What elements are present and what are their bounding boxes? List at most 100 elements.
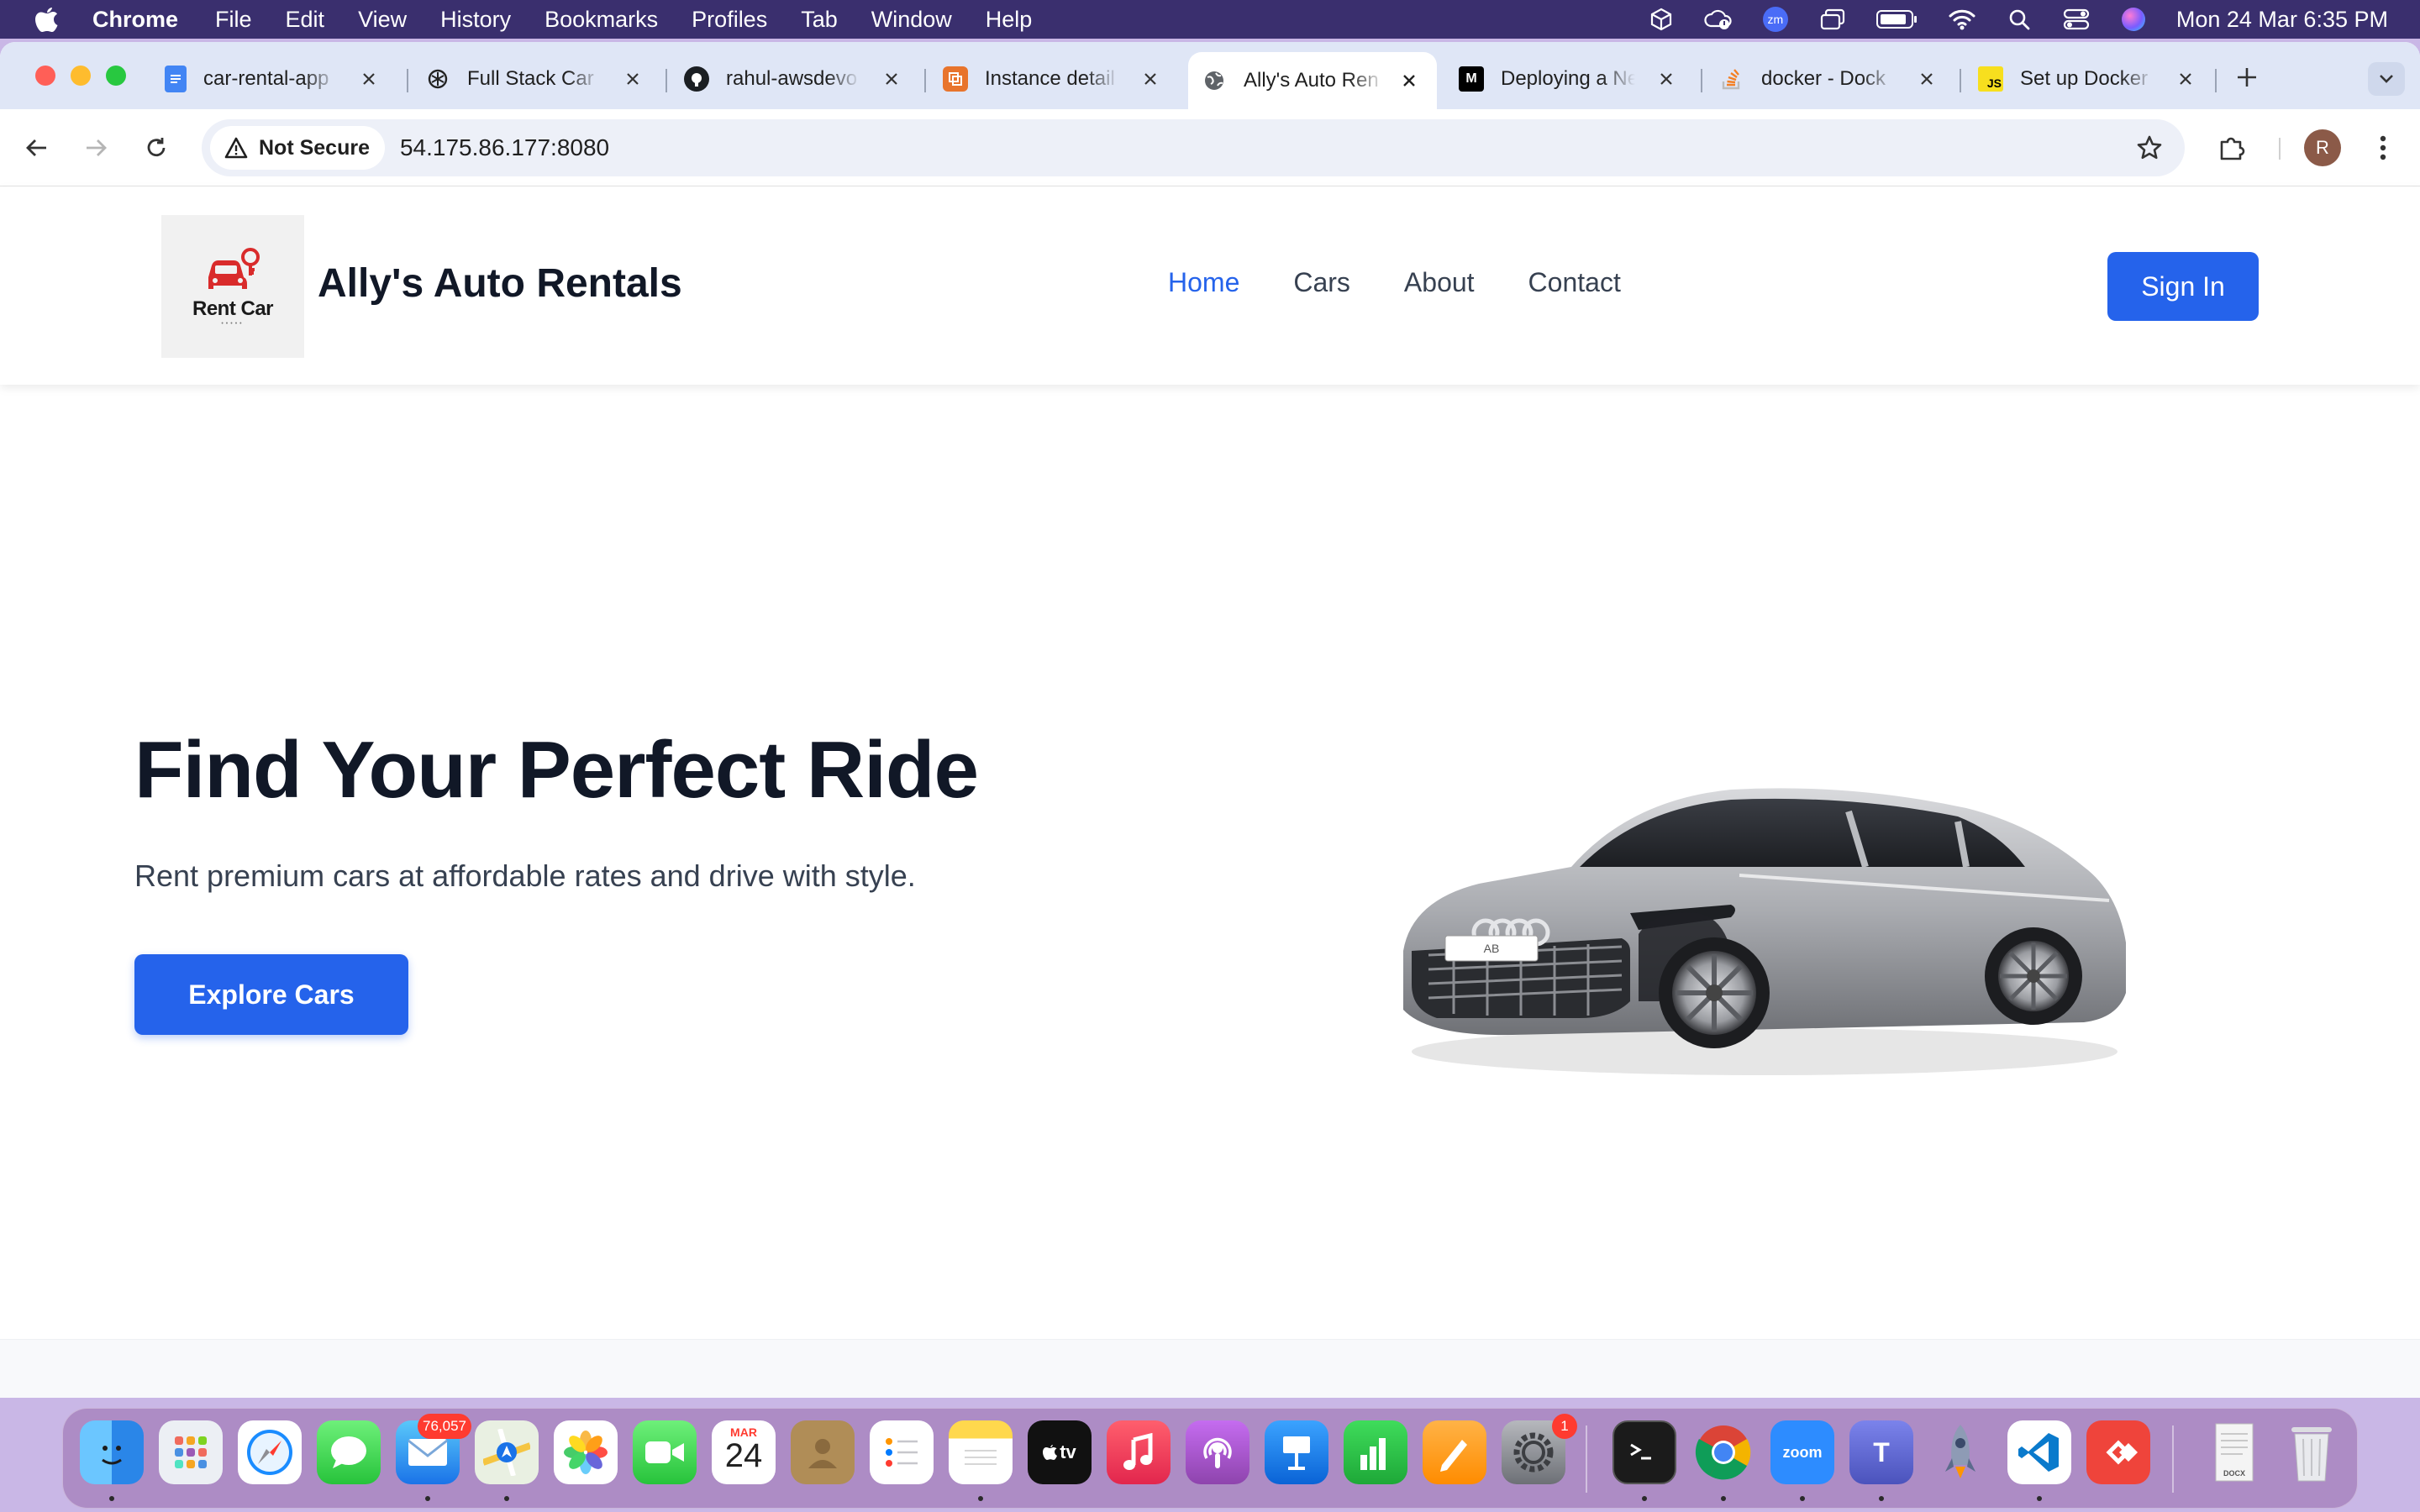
podcasts-icon[interactable] bbox=[1186, 1420, 1249, 1484]
minimize-window-button[interactable] bbox=[71, 66, 91, 86]
zoom-window-button[interactable] bbox=[106, 66, 126, 86]
apple-tv-icon[interactable]: tv bbox=[1028, 1420, 1092, 1484]
close-tab-icon[interactable] bbox=[620, 66, 645, 92]
mail-icon[interactable]: 76,057 bbox=[396, 1414, 471, 1484]
close-tab-icon[interactable] bbox=[1138, 66, 1163, 92]
forward-button[interactable] bbox=[77, 129, 114, 166]
close-window-button[interactable] bbox=[35, 66, 55, 86]
menu-window[interactable]: Window bbox=[871, 7, 952, 33]
menu-profiles[interactable]: Profiles bbox=[692, 7, 767, 33]
zoom-status-icon[interactable]: zm bbox=[1761, 7, 1790, 32]
close-tab-icon[interactable] bbox=[879, 66, 904, 92]
brand-name[interactable]: Ally's Auto Rentals bbox=[318, 260, 682, 307]
menu-bookmarks[interactable]: Bookmarks bbox=[544, 7, 658, 33]
nav-link-home[interactable]: Home bbox=[1168, 267, 1239, 298]
messages-icon[interactable] bbox=[317, 1420, 381, 1484]
maps-icon[interactable] bbox=[475, 1420, 539, 1484]
menu-view[interactable]: View bbox=[358, 7, 407, 33]
close-tab-icon[interactable] bbox=[1654, 66, 1679, 92]
security-chip[interactable]: Not Secure bbox=[210, 126, 385, 170]
tab-full-stack-car[interactable]: Full Stack Car bbox=[425, 52, 645, 106]
tab-set-up-docker[interactable]: JS Set up Docker bbox=[1978, 52, 2198, 106]
keynote-icon[interactable] bbox=[1265, 1420, 1328, 1484]
tab-docker-docker[interactable]: docker - Dock bbox=[1719, 52, 1939, 106]
wifi-icon[interactable] bbox=[1948, 7, 1976, 32]
tab-title: docker - Dock bbox=[1761, 67, 1886, 90]
menu-app-chrome[interactable]: Chrome bbox=[92, 7, 178, 33]
close-tab-icon[interactable] bbox=[2173, 66, 2198, 92]
safari-icon[interactable] bbox=[238, 1420, 302, 1484]
tab-rahul-awsdevops[interactable]: rahul-awsdevo bbox=[684, 52, 904, 106]
url-text[interactable]: 54.175.86.177:8080 bbox=[400, 134, 609, 161]
music-icon[interactable] bbox=[1107, 1420, 1171, 1484]
address-bar[interactable]: Not Secure 54.175.86.177:8080 bbox=[202, 119, 2185, 176]
window-overlap-icon[interactable] bbox=[1818, 7, 1847, 32]
calendar-icon[interactable]: MAR 24 bbox=[712, 1420, 776, 1484]
apple-tv-label: tv bbox=[1060, 1441, 1076, 1462]
menu-tab[interactable]: Tab bbox=[801, 7, 838, 33]
zoom-app-icon[interactable]: zoom bbox=[1770, 1420, 1834, 1484]
tab-search-button[interactable] bbox=[2368, 62, 2405, 96]
launchpad-icon[interactable] bbox=[159, 1420, 223, 1484]
menubar-clock[interactable]: Mon 24 Mar 6:35 PM bbox=[2176, 7, 2388, 33]
back-button[interactable] bbox=[18, 129, 55, 166]
menu-file[interactable]: File bbox=[215, 7, 252, 33]
calendar-day: 24 bbox=[724, 1437, 763, 1474]
reload-button[interactable] bbox=[138, 129, 175, 166]
next-section-band bbox=[0, 1339, 2420, 1398]
nav-link-contact[interactable]: Contact bbox=[1528, 267, 1621, 298]
close-tab-icon[interactable] bbox=[1397, 68, 1422, 93]
tab-deploying-a-new[interactable]: M Deploying a Ne bbox=[1459, 52, 1679, 106]
sign-in-button[interactable]: Sign In bbox=[2107, 252, 2259, 321]
bookmark-star-icon[interactable] bbox=[2134, 133, 2165, 163]
spotlight-search-icon[interactable] bbox=[2005, 7, 2033, 32]
tab-title: car-rental-app bbox=[203, 67, 329, 90]
new-tab-button[interactable] bbox=[2232, 62, 2262, 92]
vscode-icon[interactable] bbox=[2007, 1420, 2071, 1484]
pages-icon[interactable] bbox=[1423, 1420, 1486, 1484]
menu-history[interactable]: History bbox=[440, 7, 511, 33]
profile-avatar[interactable]: R bbox=[2304, 129, 2341, 166]
close-tab-icon[interactable] bbox=[356, 66, 381, 92]
close-tab-icon[interactable] bbox=[1914, 66, 1939, 92]
notes-icon[interactable] bbox=[949, 1420, 1013, 1484]
macos-dock: 76,057 MAR 24 tv 1 zoom T DOCX bbox=[62, 1408, 2358, 1509]
photos-icon[interactable] bbox=[554, 1420, 618, 1484]
menu-edit[interactable]: Edit bbox=[286, 7, 325, 33]
apple-logo-icon[interactable] bbox=[32, 4, 62, 34]
document-stack-icon[interactable]: DOCX bbox=[2201, 1420, 2265, 1484]
menu-help[interactable]: Help bbox=[986, 7, 1033, 33]
teams-icon[interactable]: T bbox=[1849, 1420, 1913, 1484]
more-menu-icon[interactable] bbox=[2365, 129, 2402, 166]
tab-instance-details[interactable]: Instance detail bbox=[943, 52, 1163, 106]
globe-icon bbox=[1202, 68, 1227, 93]
nav-link-cars[interactable]: Cars bbox=[1293, 267, 1350, 298]
cloud-alert-icon[interactable] bbox=[1704, 7, 1733, 32]
security-chip-label: Not Secure bbox=[259, 135, 370, 160]
site-logo[interactable]: Rent Car ••••• bbox=[161, 215, 304, 358]
system-settings-icon[interactable]: 1 bbox=[1502, 1414, 1577, 1484]
extensions-icon[interactable] bbox=[2213, 129, 2250, 166]
tab-title: Full Stack Car bbox=[467, 67, 594, 90]
explore-cars-button[interactable]: Explore Cars bbox=[134, 954, 408, 1035]
box-3d-icon[interactable] bbox=[1647, 7, 1676, 32]
tab-allys-auto-rentals[interactable]: Ally's Auto Ren bbox=[1188, 52, 1437, 109]
anydesk-icon[interactable] bbox=[2086, 1420, 2150, 1484]
terminal-icon[interactable] bbox=[1612, 1420, 1676, 1484]
reminders-icon[interactable] bbox=[870, 1420, 934, 1484]
control-center-icon[interactable] bbox=[2062, 7, 2091, 32]
contacts-icon[interactable] bbox=[791, 1420, 855, 1484]
facetime-icon[interactable] bbox=[633, 1420, 697, 1484]
chrome-icon[interactable] bbox=[1691, 1420, 1755, 1484]
rocket-app-icon[interactable] bbox=[1928, 1420, 1992, 1484]
trash-icon[interactable] bbox=[2280, 1420, 2344, 1484]
numbers-icon[interactable] bbox=[1344, 1420, 1407, 1484]
tab-title: rahul-awsdevo bbox=[726, 67, 858, 90]
tab-title: Instance detail bbox=[985, 67, 1115, 90]
finder-icon[interactable] bbox=[80, 1420, 144, 1484]
nav-link-about[interactable]: About bbox=[1404, 267, 1475, 298]
siri-icon[interactable] bbox=[2119, 7, 2148, 32]
battery-icon[interactable] bbox=[1876, 7, 1919, 32]
tab-car-rental-app[interactable]: car-rental-app bbox=[165, 52, 381, 106]
window-controls bbox=[35, 66, 126, 86]
